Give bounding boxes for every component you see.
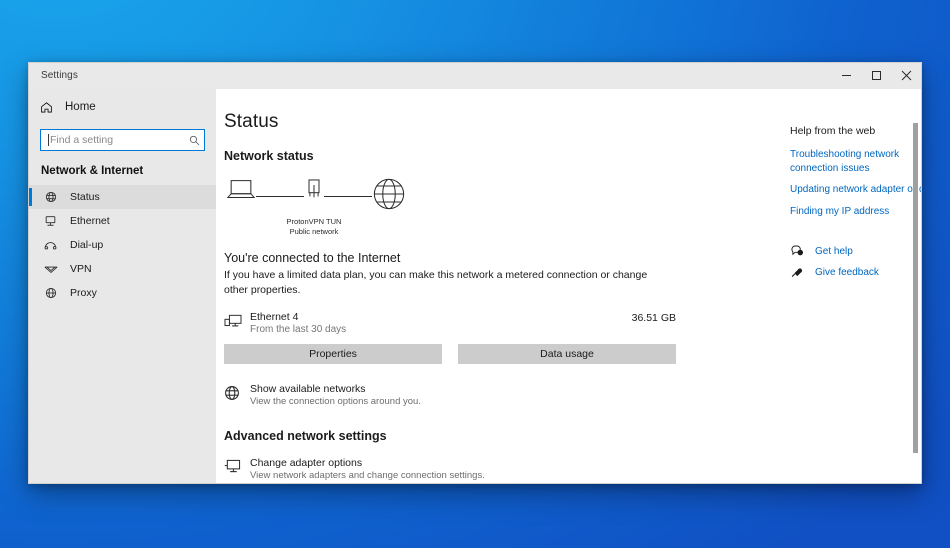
sidebar-item-label: Ethernet — [70, 215, 110, 227]
adapter-summary: Ethernet 4 From the last 30 days 36.51 G… — [224, 311, 676, 335]
monitor-network-icon — [224, 311, 250, 335]
get-help-action[interactable]: Get help — [790, 245, 921, 257]
window-body: Home Find a setting Network & Internet S… — [29, 89, 921, 483]
connected-description: If you have a limited data plan, you can… — [224, 269, 648, 296]
show-networks-title: Show available networks — [250, 382, 366, 395]
sidebar-item-proxy[interactable]: Proxy — [29, 281, 216, 305]
diagram-link-right — [324, 196, 372, 197]
text-caret — [48, 134, 49, 146]
give-feedback-icon — [790, 266, 804, 278]
show-available-networks[interactable]: Show available networks View the connect… — [224, 383, 776, 407]
sidebar-item-home[interactable]: Home — [29, 93, 216, 121]
sidebar-item-dialup[interactable]: Dial-up — [29, 233, 216, 257]
window-title: Settings — [41, 70, 78, 81]
diagram-caption-line1: ProtonVPN TUN — [286, 217, 342, 226]
sidebar-item-vpn[interactable]: VPN — [29, 257, 216, 281]
adapter-subtitle: From the last 30 days — [250, 323, 347, 335]
give-feedback-action[interactable]: Give feedback — [790, 266, 921, 278]
give-feedback-label: Give feedback — [815, 266, 879, 278]
properties-button[interactable]: Properties — [224, 343, 442, 364]
network-adapter-icon — [304, 177, 324, 207]
adapter-name: Ethernet 4 — [250, 310, 299, 323]
diagram-device — [226, 177, 256, 207]
show-networks-text: Show available networks View the connect… — [250, 383, 421, 407]
proxy-globe-icon — [43, 287, 58, 299]
globe-icon — [372, 177, 406, 216]
help-actions-list: Get help Give feedback — [790, 245, 921, 278]
adapter-text: Ethernet 4 From the last 30 days — [250, 311, 632, 335]
diagram-link-left — [256, 196, 304, 197]
dialup-icon — [43, 239, 58, 251]
advanced-item-title: Change adapter options — [250, 456, 363, 469]
scrollbar-thumb[interactable] — [913, 123, 918, 453]
search-icon[interactable] — [189, 135, 200, 146]
globe-icon — [224, 383, 250, 406]
diagram-caption: ProtonVPN TUN Public network — [287, 217, 342, 237]
advanced-heading: Advanced network settings — [224, 428, 387, 443]
data-usage-button[interactable]: Data usage — [458, 343, 676, 364]
connected-heading: You're connected to the Internet — [224, 251, 401, 265]
sidebar-section-title: Network & Internet — [41, 165, 144, 177]
network-diagram: ProtonVPN TUN Public network — [226, 177, 776, 236]
sidebar: Home Find a setting Network & Internet S… — [29, 89, 216, 483]
show-networks-subtitle: View the connection options around you. — [250, 395, 421, 407]
help-links-list: Troubleshooting network connection issue… — [790, 148, 921, 218]
get-help-icon — [790, 245, 804, 257]
sidebar-item-label: VPN — [70, 263, 92, 275]
page-title: Status — [224, 111, 279, 132]
diagram-caption-line2: Public network — [289, 226, 339, 236]
diagram-adapter: ProtonVPN TUN Public network — [287, 177, 341, 236]
diagram-internet — [372, 177, 406, 216]
content-area: Status Network status ProtonVPN TUN Publ… — [216, 89, 921, 483]
window-controls — [831, 63, 921, 89]
network-status-heading: Network status — [224, 149, 314, 163]
monitor-network-icon — [224, 457, 250, 480]
laptop-icon — [226, 177, 256, 207]
sidebar-home-label: Home — [65, 101, 96, 113]
help-link-finding-ip[interactable]: Finding my IP address — [790, 205, 921, 219]
sidebar-nav-list: Status Ethernet Dial-up VPN Proxy — [29, 185, 216, 305]
sidebar-item-label: Proxy — [70, 287, 97, 299]
maximize-button[interactable] — [861, 63, 891, 89]
settings-window: Settings Home Find a setting Network & I… — [28, 62, 922, 484]
close-button[interactable] — [891, 63, 921, 89]
help-link-troubleshooting[interactable]: Troubleshooting network connection issue… — [790, 148, 921, 175]
get-help-label: Get help — [815, 245, 853, 257]
sidebar-item-label: Status — [70, 191, 100, 203]
help-heading: Help from the web — [790, 125, 876, 137]
title-bar[interactable]: Settings — [29, 63, 921, 89]
status-globe-icon — [43, 191, 58, 203]
change-adapter-options[interactable]: Change adapter options View network adap… — [224, 457, 776, 481]
help-panel: Help from the web Troubleshooting networ… — [790, 89, 921, 483]
search-input[interactable]: Find a setting — [40, 129, 205, 151]
home-icon — [39, 101, 54, 114]
advanced-item-subtitle: View network adapters and change connect… — [250, 469, 485, 481]
help-link-updating-adapter[interactable]: Updating network adapter or driver — [790, 183, 921, 197]
adapter-usage: 36.51 GB — [631, 311, 676, 324]
minimize-button[interactable] — [831, 63, 861, 89]
main-column: Status Network status ProtonVPN TUN Publ… — [216, 89, 776, 483]
sidebar-item-label: Dial-up — [70, 239, 104, 251]
search-container: Find a setting — [29, 121, 216, 151]
sidebar-item-ethernet[interactable]: Ethernet — [29, 209, 216, 233]
change-adapter-text: Change adapter options View network adap… — [250, 457, 485, 481]
vpn-icon — [43, 264, 58, 275]
content-scrollbar[interactable] — [913, 123, 918, 469]
search-placeholder: Find a setting — [50, 134, 114, 146]
adapter-button-row: Properties Data usage — [224, 343, 676, 364]
ethernet-icon — [43, 215, 58, 227]
sidebar-item-status[interactable]: Status — [29, 185, 216, 209]
